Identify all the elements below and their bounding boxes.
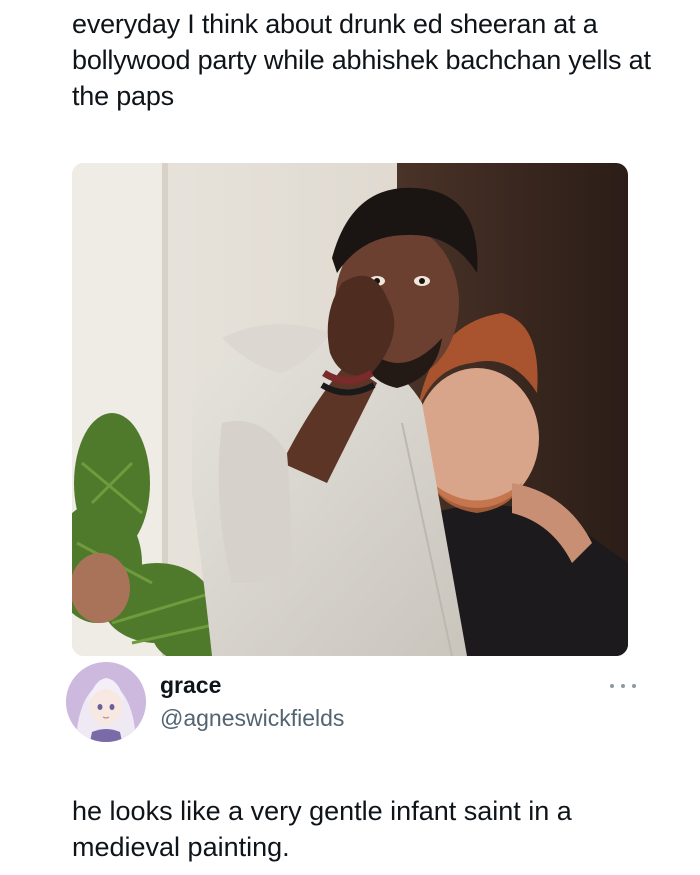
post-photo[interactable]: [72, 163, 628, 656]
user-handle[interactable]: @agneswickfields: [160, 705, 344, 732]
caption-text: everyday I think about drunk ed sheeran …: [72, 9, 651, 111]
display-name[interactable]: grace: [160, 672, 221, 699]
tweet-text: he looks like a very gentle infant saint…: [72, 796, 572, 862]
more-options-icon[interactable]: [610, 680, 636, 692]
anime-avatar-icon: [66, 662, 146, 742]
dot: [632, 684, 636, 688]
photo-illustration: [72, 163, 628, 656]
dot: [610, 684, 614, 688]
avatar[interactable]: [66, 662, 146, 742]
dot: [621, 684, 625, 688]
